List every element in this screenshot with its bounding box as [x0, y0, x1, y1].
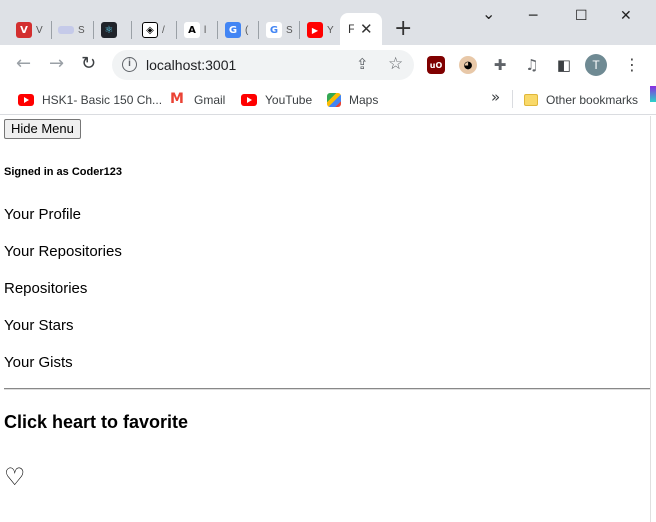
tab-separator: [217, 21, 218, 39]
extensions-puzzle-icon[interactable]: ✚: [491, 56, 509, 74]
url-text[interactable]: localhost:3001: [146, 57, 236, 73]
bookmark-label: YouTube: [265, 93, 313, 107]
window-right-edge: [650, 116, 656, 522]
active-tab[interactable]: F ✕: [340, 13, 382, 45]
youtube-icon: [18, 94, 34, 106]
side-panel-icon[interactable]: ◧: [555, 56, 573, 74]
bookmark-separator: [512, 90, 513, 108]
divider: [4, 388, 650, 390]
favorite-heading: Click heart to favorite: [4, 412, 189, 432]
browser-tab[interactable]: V V: [16, 14, 44, 46]
more-menu-icon[interactable]: ⋮: [624, 55, 640, 74]
tab-search-icon[interactable]: ⌄: [482, 4, 495, 23]
bookmark-label: Other bookmarks: [546, 93, 639, 107]
browser-tab[interactable]: S: [58, 14, 86, 46]
more-bookmarks-icon[interactable]: »: [491, 88, 500, 106]
bookmark-maps[interactable]: Maps: [327, 90, 378, 110]
gmail-icon: [170, 91, 186, 107]
tab-separator: [131, 21, 132, 39]
bookmark-label: Maps: [349, 93, 379, 107]
react-tab-icon: ⚛: [101, 22, 117, 38]
doc-tab-icon: [58, 26, 74, 34]
extension-face-icon[interactable]: ◕: [459, 56, 477, 74]
vivaldi-tab-icon: V: [16, 22, 32, 38]
tab-separator: [299, 21, 300, 39]
new-tab-button[interactable]: +: [394, 18, 412, 40]
share-icon[interactable]: ⇪: [356, 55, 369, 73]
heart-icon[interactable]: ♡: [4, 464, 26, 490]
bookmark-hsk1[interactable]: HSK1- Basic 150 Ch...: [18, 90, 162, 110]
youtube-icon: [241, 94, 257, 106]
other-bookmarks[interactable]: Other bookmarks: [524, 90, 638, 110]
maximize-icon[interactable]: ☐: [575, 8, 588, 24]
browser-tab[interactable]: G S: [266, 14, 294, 46]
bookmarks-bar: HSK1- Basic 150 Ch... Gmail YouTube Maps…: [0, 85, 656, 115]
page-content: Hide Menu Signed in as Coder123 Your Pro…: [0, 116, 650, 522]
site-info-icon[interactable]: i: [122, 57, 137, 72]
translate-tab-icon: A: [184, 22, 200, 38]
close-window-icon[interactable]: ✕: [620, 8, 632, 24]
folder-icon: [524, 94, 538, 106]
menu-item-your-stars[interactable]: Your Stars: [4, 317, 74, 334]
address-bar[interactable]: i localhost:3001 ⇪ ☆: [112, 50, 414, 80]
minimize-icon[interactable]: ─: [529, 8, 537, 24]
tab-title: F: [348, 22, 354, 36]
browser-toolbar: ← → ↻ i localhost:3001 ⇪ ☆ uO ◕ ✚ ♫ ◧ T …: [0, 45, 656, 85]
maps-icon: [327, 93, 341, 107]
bookmark-gmail[interactable]: Gmail: [170, 90, 225, 110]
tab-separator: [176, 21, 177, 39]
browser-tab[interactable]: ▶ Y: [307, 14, 335, 46]
close-tab-icon[interactable]: ✕: [360, 20, 373, 38]
tab-strip: V V S ⚛ ◈ / A l G ( G S ▶ Y F ✕ + ⌄ ─ ☐ …: [0, 0, 656, 45]
browser-tab[interactable]: ◈ /: [142, 14, 170, 46]
bookmark-label: Gmail: [194, 93, 226, 107]
tab-title: S: [78, 24, 85, 36]
youtube-tab-icon: ▶: [307, 22, 323, 38]
tab-title: V: [36, 24, 43, 36]
browser-tab[interactable]: ⚛: [101, 14, 117, 46]
menu-item-repositories[interactable]: Repositories: [4, 280, 87, 297]
bookmark-star-icon[interactable]: ☆: [388, 54, 403, 74]
profile-avatar[interactable]: T: [585, 54, 607, 76]
menu-item-your-profile[interactable]: Your Profile: [4, 206, 81, 223]
forward-icon[interactable]: →: [49, 54, 64, 74]
tab-title: (: [245, 24, 249, 36]
bookmark-youtube[interactable]: YouTube: [241, 90, 312, 110]
tab-separator: [93, 21, 94, 39]
bookmark-label: HSK1- Basic 150 Ch...: [42, 93, 163, 107]
tab-title: Y: [327, 24, 334, 36]
tab-title: S: [286, 24, 293, 36]
back-icon[interactable]: ←: [16, 54, 31, 74]
window-edge-decoration: [650, 86, 656, 102]
tab-separator: [51, 21, 52, 39]
browser-tab[interactable]: G (: [225, 14, 253, 46]
hide-menu-button[interactable]: Hide Menu: [4, 119, 81, 139]
tab-title: /: [162, 24, 165, 36]
google-tab-icon: G: [266, 22, 282, 38]
codepen-tab-icon: ◈: [142, 22, 158, 38]
browser-tab[interactable]: A l: [184, 14, 212, 46]
menu-item-your-gists[interactable]: Your Gists: [4, 354, 73, 371]
signed-in-label: Signed in as Coder123: [4, 166, 122, 178]
media-control-icon[interactable]: ♫: [523, 56, 541, 74]
google-translate-tab-icon: G: [225, 22, 241, 38]
menu-item-your-repositories[interactable]: Your Repositories: [4, 243, 122, 260]
ublock-origin-icon[interactable]: uO: [427, 56, 445, 74]
tab-separator: [258, 21, 259, 39]
reload-icon[interactable]: ↻: [81, 54, 96, 74]
tab-title: l: [204, 24, 207, 36]
